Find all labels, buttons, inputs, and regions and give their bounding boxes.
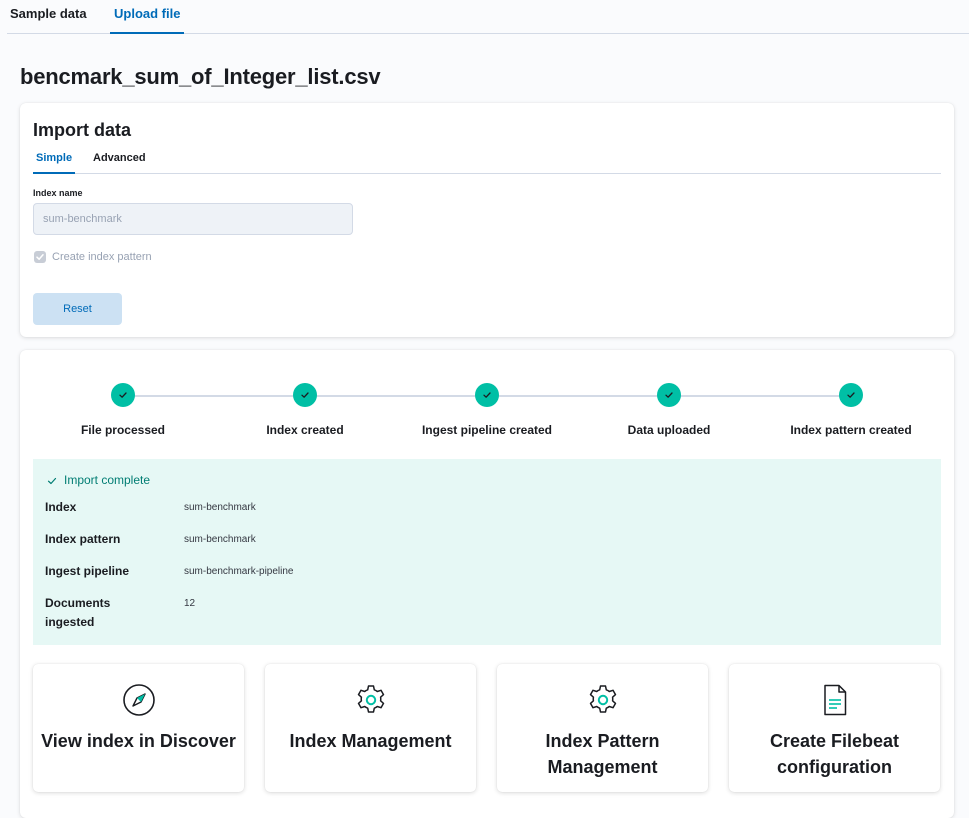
tab-advanced[interactable]: Advanced [93,150,146,174]
compass-icon [123,684,155,716]
top-tabs: Sample data Upload file [7,0,969,34]
tab-upload-file[interactable]: Upload file [110,0,185,34]
create-index-pattern-checkbox[interactable] [34,251,46,263]
result-term-index-pattern: Index pattern [45,532,121,546]
step-complete-icon [839,383,863,407]
step-index-created: Index created [205,383,405,437]
step-complete-icon [657,383,681,407]
card-create-filebeat-configuration[interactable]: Create Filebeat configuration [729,664,940,792]
card-view-index-in-discover[interactable]: View index in Discover [33,664,244,792]
step-label: Index created [266,423,344,437]
import-complete-callout: Import complete Index sum-benchmark Inde… [33,459,941,645]
step-data-uploaded: Data uploaded [569,383,769,437]
gear-icon [357,685,385,713]
result-term-documents-ingested: Documents ingested [45,596,111,629]
gear-icon [589,685,617,713]
step-complete-icon [111,383,135,407]
index-name-label: Index name [33,188,83,198]
callout-title: Import complete [46,473,150,487]
result-value-index: sum-benchmark [184,502,256,513]
card-index-management[interactable]: Index Management [265,664,476,792]
step-file-processed: File processed [23,383,223,437]
result-term-ingest-pipeline: Ingest pipeline [45,564,130,578]
result-term-index: Index [45,500,77,514]
step-label: Data uploaded [627,423,711,437]
document-icon [824,684,847,716]
card-title: Index Pattern Management [545,731,660,777]
result-value-ingest-pipeline: sum-benchmark-pipeline [184,566,294,577]
step-label: Ingest pipeline created [421,423,553,437]
card-title: View index in Discover [41,731,236,751]
tab-simple[interactable]: Simple [33,150,76,174]
check-icon [47,477,57,484]
step-index-pattern-created: Index pattern created [751,383,951,437]
card-index-pattern-management[interactable]: Index Pattern Management [497,664,708,792]
result-value-documents-ingested: 12 [184,598,196,609]
import-data-title: Import data [33,120,132,140]
reset-button[interactable]: Reset [33,293,122,325]
index-name-input[interactable] [33,203,353,235]
result-value-index-pattern: sum-benchmark [184,534,256,545]
tab-sample-data[interactable]: Sample data [10,0,87,34]
step-ingest-pipeline-created: Ingest pipeline created [387,383,587,437]
import-mode-tabs: Simple Advanced [33,150,941,174]
callout-title-text: Import complete [64,473,151,487]
create-index-pattern-label: Create index pattern [52,251,152,263]
import-data-panel: Import data Simple Advanced Index name C… [20,103,954,337]
page-title: bencmark_sum_of_Integer_list.csv [20,64,381,89]
import-progress-panel: File processed Index created Ingest pipe… [20,350,954,818]
checkmark-icon [36,254,44,260]
step-label: Index pattern created [790,423,912,437]
step-label: File processed [80,423,166,437]
step-complete-icon [293,383,317,407]
card-title: Index Management [289,731,452,751]
step-complete-icon [475,383,499,407]
card-title: Create Filebeat configuration [769,731,900,777]
